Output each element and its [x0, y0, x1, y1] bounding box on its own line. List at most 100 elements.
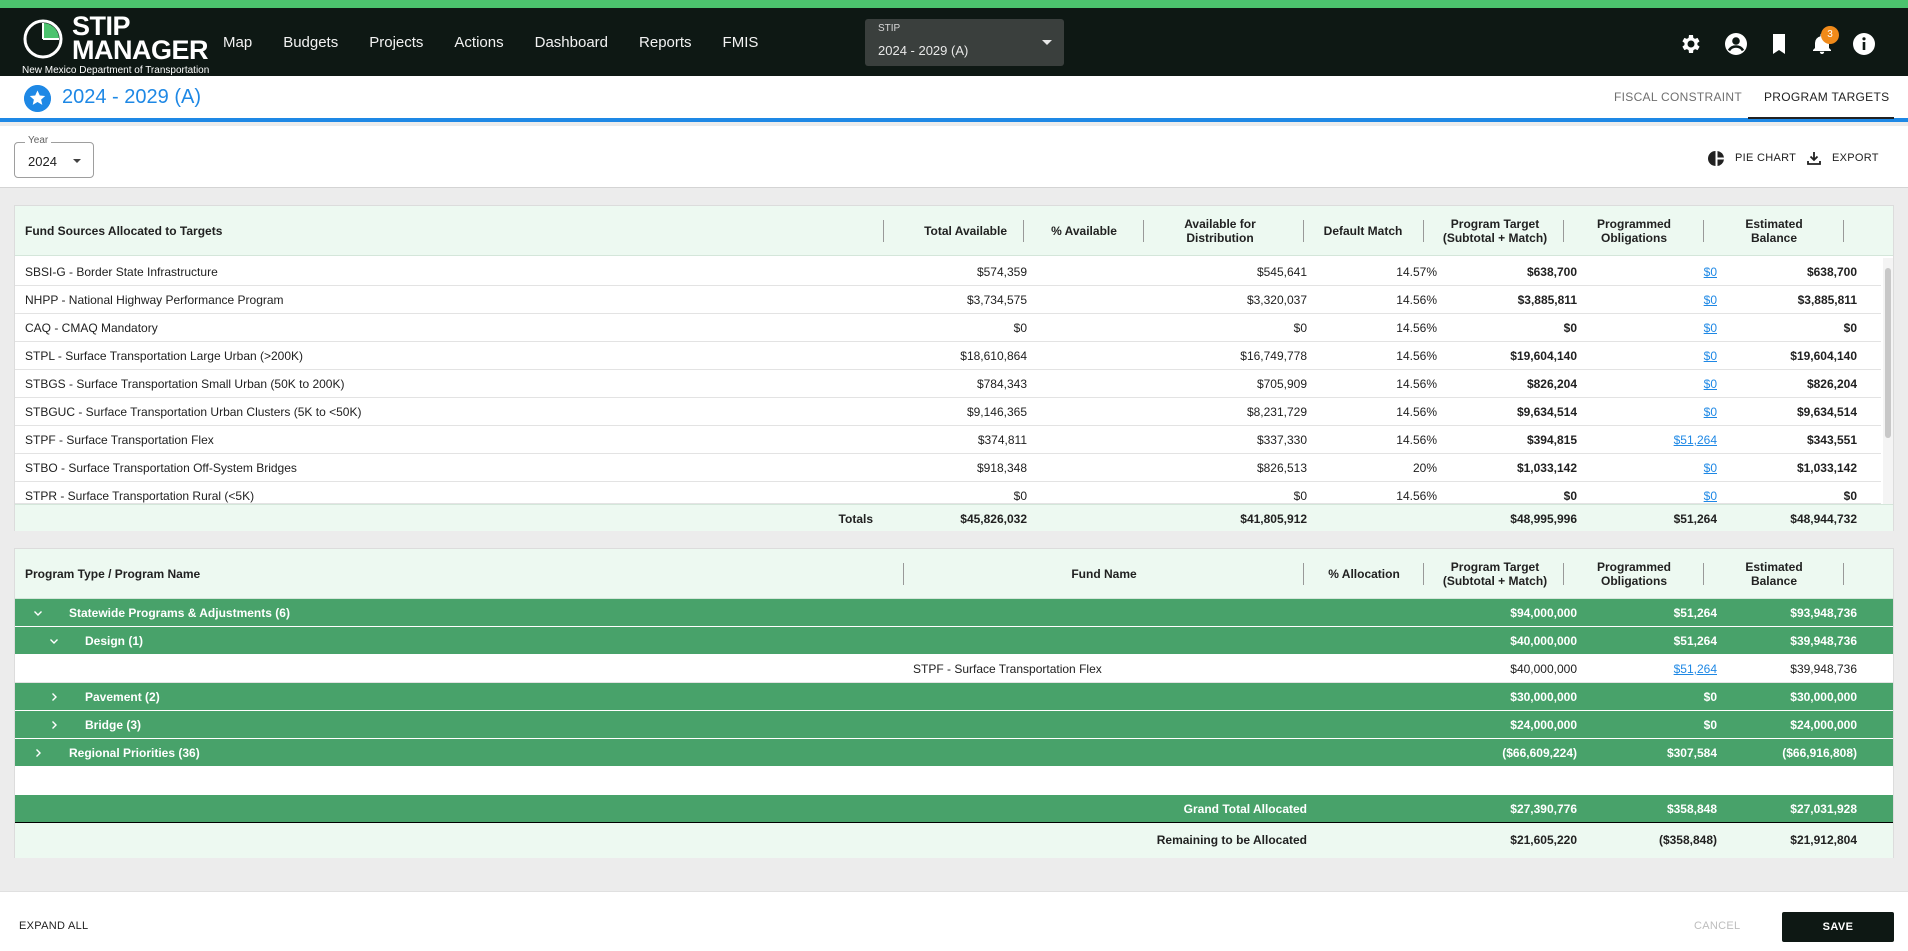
column-divider — [1303, 563, 1304, 585]
program-target: $9,634,514 — [1516, 405, 1577, 419]
cancel-button[interactable]: CANCEL — [1694, 920, 1740, 932]
available-distribution: $0 — [1293, 489, 1307, 503]
app-logo[interactable]: STIP MANAGER New Mexico Department of Tr… — [20, 11, 240, 77]
column-divider — [1423, 563, 1424, 585]
stip-select-value: 2024 - 2029 (A) — [878, 43, 969, 58]
col-fund-name: Fund Name — [1071, 567, 1137, 581]
table-row: STPR - Surface Transportation Rural (<5K… — [15, 482, 1881, 504]
download-icon — [1807, 152, 1821, 165]
star-icon — [24, 85, 51, 112]
programmed-obligations-link[interactable]: $0 — [1565, 398, 1717, 426]
column-divider — [1563, 220, 1564, 242]
gear-icon[interactable] — [1679, 32, 1703, 56]
estimated-balance: $0 — [1843, 321, 1857, 335]
group-label: Statewide Programs & Adjustments (6) — [69, 606, 290, 620]
group-row-statewide[interactable]: Statewide Programs & Adjustments (6) $94… — [15, 599, 1893, 627]
pct-available — [1025, 258, 1143, 286]
programmed-obligations-link[interactable]: $0 — [1565, 258, 1717, 286]
nav-reports[interactable]: Reports — [639, 34, 692, 51]
col-estimated-balance: Estimated Balance — [1745, 217, 1803, 245]
group-row-pavement[interactable]: Pavement (2) $30,000,000 $0 $30,000,000 — [15, 683, 1893, 711]
remaining-estimated-balance: $21,912,804 — [1790, 833, 1857, 847]
pie-chart-icon — [1708, 150, 1724, 166]
default-match: 20% — [1412, 461, 1437, 475]
tab-program-targets[interactable]: PROGRAM TARGETS — [1764, 90, 1889, 104]
group-row-regional-priorities[interactable]: Regional Priorities (36) ($66,609,224) $… — [15, 739, 1893, 767]
table-scrollbar[interactable] — [1883, 258, 1893, 506]
chevron-down-icon[interactable] — [33, 608, 43, 618]
nav-budgets[interactable]: Budgets — [283, 34, 338, 51]
total-available: $574,359 — [976, 265, 1027, 279]
pct-available — [1025, 370, 1143, 398]
grand-total-label: Grand Total Allocated — [1183, 802, 1307, 816]
totals-program-target: $48,995,996 — [1510, 512, 1577, 526]
col-program-target: Program Target (Subtotal + Match) — [1442, 560, 1548, 588]
chevron-down-icon[interactable] — [49, 636, 59, 646]
total-available: $3,734,575 — [966, 293, 1027, 307]
programmed-obligations-link[interactable]: $0 — [1565, 314, 1717, 342]
fund-detail-row: STPF - Surface Transportation Flex $40,0… — [15, 655, 1893, 683]
fund-programmed-obligations-link[interactable]: $51,264 — [1565, 655, 1717, 683]
chevron-right-icon[interactable] — [49, 720, 59, 730]
col-programmed-obligations: Programmed Obligations — [1596, 217, 1672, 245]
group-row-design[interactable]: Design (1) $40,000,000 $51,264 $39,948,7… — [15, 627, 1893, 655]
column-divider — [1563, 563, 1564, 585]
table-row: STPL - Surface Transportation Large Urba… — [15, 342, 1881, 370]
chevron-right-icon[interactable] — [33, 748, 43, 758]
default-match: 14.57% — [1396, 265, 1437, 279]
fund-source-name: STPL - Surface Transportation Large Urba… — [25, 349, 304, 363]
programmed-obligations-link[interactable]: $0 — [1565, 342, 1717, 370]
nav-fmis[interactable]: FMIS — [723, 34, 759, 51]
programmed-obligations-link[interactable]: $0 — [1565, 286, 1717, 314]
stip-select[interactable]: STIP 2024 - 2029 (A) — [865, 19, 1064, 66]
group-label: Pavement (2) — [85, 690, 160, 704]
default-match: 14.56% — [1396, 321, 1437, 335]
nav-map[interactable]: Map — [223, 34, 252, 51]
bookmark-icon[interactable] — [1767, 32, 1791, 56]
total-available: $784,343 — [976, 377, 1027, 391]
logo-icon — [23, 19, 63, 59]
program-targets-header: Program Type / Program Name Fund Name % … — [15, 549, 1893, 599]
fund-source-name: STBO - Surface Transportation Off-System… — [25, 461, 297, 475]
programmed-obligations-link[interactable]: $0 — [1565, 482, 1717, 503]
default-match: 14.56% — [1396, 377, 1437, 391]
totals-label: Totals — [838, 512, 873, 526]
group-program-target: ($66,609,224) — [1502, 746, 1577, 760]
scrollbar-thumb[interactable] — [1885, 268, 1891, 438]
expand-all-button[interactable]: EXPAND ALL — [19, 920, 88, 932]
export-button[interactable]: EXPORT — [1806, 150, 1879, 166]
year-select[interactable]: Year 2024 — [14, 135, 94, 178]
logo-title: STIP MANAGER — [72, 11, 209, 65]
chevron-right-icon[interactable] — [49, 692, 59, 702]
col-total-available: Total Available — [924, 224, 1007, 238]
fund-source-name: SBSI-G - Border State Infrastructure — [25, 265, 218, 279]
tab-fiscal-constraint[interactable]: FISCAL CONSTRAINT — [1614, 90, 1742, 104]
nav-projects[interactable]: Projects — [369, 34, 423, 51]
nav-actions[interactable]: Actions — [454, 34, 503, 51]
programmed-obligations-link[interactable]: $0 — [1565, 454, 1717, 482]
info-icon[interactable] — [1852, 32, 1876, 56]
total-available: $0 — [1013, 321, 1027, 335]
account-icon[interactable] — [1724, 32, 1748, 56]
group-row-bridge[interactable]: Bridge (3) $24,000,000 $0 $24,000,000 — [15, 711, 1893, 739]
nav-dashboard[interactable]: Dashboard — [535, 34, 608, 51]
programmed-obligations-link[interactable]: $0 — [1565, 370, 1717, 398]
fund-name: STPF - Surface Transportation Flex — [913, 662, 1102, 676]
caret-down-icon — [73, 159, 81, 163]
fund-source-name: STPR - Surface Transportation Rural (<5K… — [25, 489, 255, 503]
group-program-target: $94,000,000 — [1510, 606, 1577, 620]
totals-total-available: $45,826,032 — [960, 512, 1027, 526]
pct-available — [1025, 398, 1143, 426]
group-programmed-obligations: $0 — [1703, 690, 1717, 704]
app-bar: STIP MANAGER New Mexico Department of Tr… — [0, 8, 1908, 76]
available-distribution: $545,641 — [1256, 265, 1307, 279]
fund-source-name: STBGS - Surface Transportation Small Urb… — [25, 377, 345, 391]
fund-source-name: STPF - Surface Transportation Flex — [25, 433, 214, 447]
main-nav: Map Budgets Projects Actions Dashboard R… — [223, 8, 789, 76]
pie-chart-button[interactable]: PIE CHART — [1708, 150, 1796, 166]
column-divider — [1143, 220, 1144, 242]
save-button[interactable]: SAVE — [1782, 912, 1894, 942]
totals-available-distribution: $41,805,912 — [1240, 512, 1307, 526]
programmed-obligations-link[interactable]: $51,264 — [1565, 426, 1717, 454]
year-select-value: 2024 — [28, 154, 57, 169]
